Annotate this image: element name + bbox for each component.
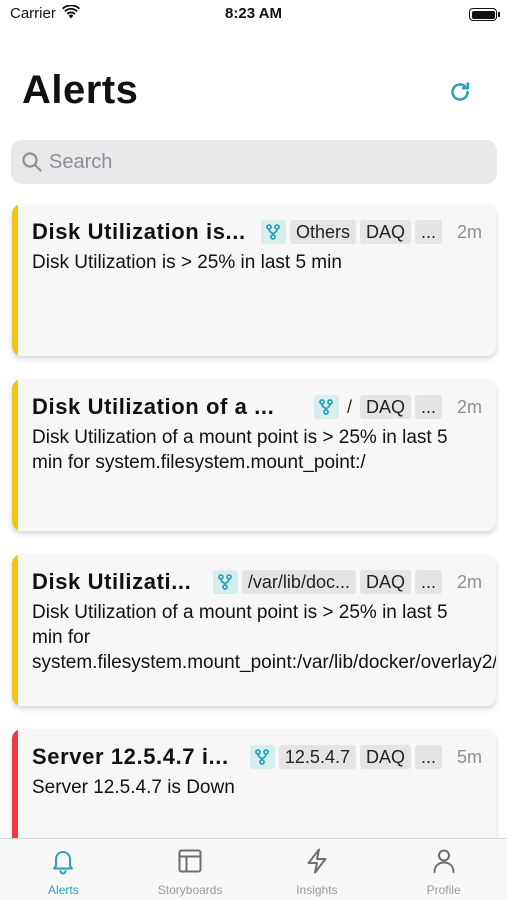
alert-card[interactable]: Disk Utilization of a ... / DAQ ... 2m D… — [12, 379, 496, 531]
alert-tag-more[interactable]: ... — [414, 745, 442, 769]
alert-tag: DAQ — [359, 220, 411, 244]
tab-label: Storyboards — [157, 883, 223, 897]
alert-time: 2m — [456, 396, 482, 417]
tab-insights[interactable]: Insights — [254, 839, 381, 900]
alert-title: Disk Utilizati... — [32, 569, 192, 594]
severity-indicator-warning — [12, 554, 18, 706]
search-input[interactable] — [49, 150, 469, 174]
alert-title: Server 12.5.4.7 i... — [32, 744, 229, 769]
storyboard-icon — [178, 849, 202, 873]
search-bar[interactable] — [11, 140, 497, 184]
page-title: Alerts — [22, 68, 139, 112]
source-branch-icon — [260, 220, 286, 244]
severity-indicator-warning — [12, 379, 18, 531]
tab-bar: Alerts Storyboards Insights Profile — [0, 838, 507, 900]
tab-label: Profile — [426, 883, 461, 897]
source-branch-icon — [249, 745, 275, 769]
refresh-icon — [451, 82, 470, 101]
alert-tag: /var/lib/doc... — [241, 570, 356, 594]
alert-description: Disk Utilization of a mount point is > 2… — [32, 427, 448, 473]
alert-tag-more[interactable]: ... — [414, 570, 442, 594]
battery-icon — [469, 8, 500, 21]
alert-tags: Others DAQ ... — [260, 220, 446, 244]
tab-alerts[interactable]: Alerts — [0, 839, 127, 900]
alert-description: Disk Utilization of a mount point is > 2… — [32, 602, 496, 673]
clock: 8:23 AM — [225, 5, 282, 22]
refresh-button[interactable] — [446, 78, 474, 106]
alert-tag: / — [346, 396, 352, 417]
alert-time: 5m — [456, 746, 482, 767]
source-branch-icon — [313, 395, 339, 419]
alert-title: Disk Utilization of a ... — [32, 394, 275, 419]
alert-tag: DAQ — [359, 395, 411, 419]
alert-card[interactable]: Disk Utilization is... Others DAQ ... 2m… — [12, 204, 496, 356]
tab-label: Alerts — [48, 883, 79, 897]
alert-tags: 12.5.4.7 DAQ ... — [249, 745, 446, 769]
severity-indicator-warning — [12, 204, 18, 356]
alert-tag: Others — [289, 220, 356, 244]
alert-tag: 12.5.4.7 — [278, 745, 356, 769]
source-branch-icon — [212, 570, 238, 594]
alert-time: 2m — [456, 571, 482, 592]
alert-tag-more[interactable]: ... — [414, 395, 442, 419]
alert-tag: DAQ — [359, 745, 411, 769]
alert-card[interactable]: Disk Utilizati... /var/lib/doc... DAQ ..… — [12, 554, 496, 706]
alert-tag-more[interactable]: ... — [414, 220, 442, 244]
tab-label: Insights — [296, 883, 338, 897]
lightning-icon — [307, 848, 327, 874]
search-icon — [22, 152, 42, 172]
alert-tags: /var/lib/doc... DAQ ... — [212, 570, 446, 594]
alert-title: Disk Utilization is... — [32, 219, 246, 244]
tab-storyboards[interactable]: Storyboards — [127, 839, 254, 900]
status-bar: Carrier 8:23 AM — [0, 0, 507, 30]
alert-time: 2m — [456, 221, 482, 242]
alert-description: Disk Utilization is > 25% in last 5 min — [32, 252, 342, 273]
bell-icon — [53, 851, 74, 875]
alert-tags: / DAQ ... — [313, 395, 446, 419]
tab-profile[interactable]: Profile — [380, 839, 507, 900]
alert-tag: DAQ — [359, 570, 411, 594]
person-icon — [433, 849, 455, 873]
alert-description: Server 12.5.4.7 is Down — [32, 777, 235, 798]
